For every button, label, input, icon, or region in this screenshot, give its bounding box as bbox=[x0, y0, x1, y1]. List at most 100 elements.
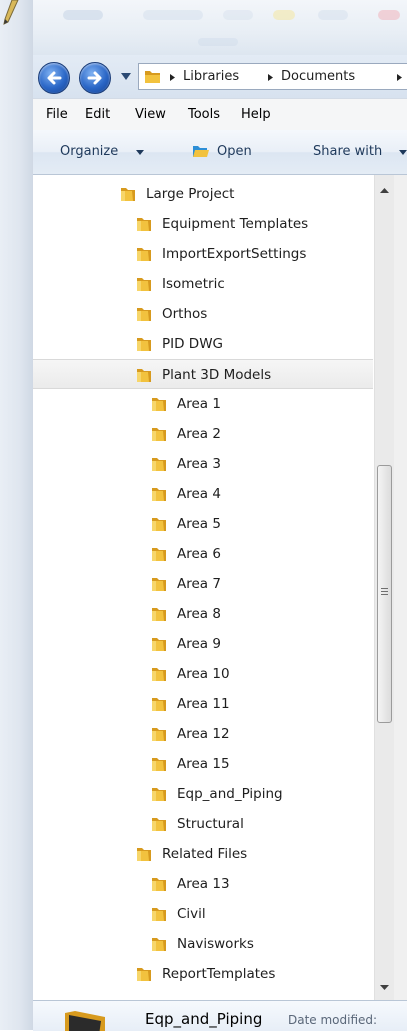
tree-item-label: Area 11 bbox=[177, 696, 230, 712]
scroll-up-arrow-icon[interactable] bbox=[380, 188, 389, 193]
tree-item[interactable]: Orthos bbox=[33, 299, 373, 329]
tree-item[interactable]: Area 6 bbox=[33, 539, 373, 569]
folder-icon bbox=[152, 428, 166, 441]
menu-tools[interactable]: Tools bbox=[188, 107, 220, 122]
forward-button[interactable] bbox=[79, 62, 111, 94]
tree-item[interactable]: Area 13 bbox=[33, 869, 373, 899]
folder-icon bbox=[137, 338, 151, 351]
folder-icon bbox=[152, 398, 166, 411]
tree-item[interactable]: Area 12 bbox=[33, 719, 373, 749]
open-button[interactable]: Open bbox=[217, 144, 252, 159]
tree-item-label: Area 12 bbox=[177, 726, 230, 742]
tree-item[interactable]: ImportExportSettings bbox=[33, 239, 373, 269]
address-row: Libraries Documents bbox=[33, 55, 407, 98]
tree-item[interactable]: Civil bbox=[33, 899, 373, 929]
scrollbar-thumb[interactable] bbox=[377, 465, 392, 723]
tree-item-label: Equipment Templates bbox=[162, 216, 309, 232]
back-arrow-icon bbox=[47, 71, 62, 85]
details-date-modified-label: Date modified: bbox=[288, 1013, 378, 1027]
folder-icon bbox=[152, 758, 166, 771]
tree-item-label: Structural bbox=[177, 816, 244, 832]
tree-item[interactable]: Area 2 bbox=[33, 419, 373, 449]
tree-item[interactable]: Area 9 bbox=[33, 629, 373, 659]
breadcrumb-documents[interactable]: Documents bbox=[281, 64, 355, 89]
tree-item[interactable]: Area 10 bbox=[33, 659, 373, 689]
tree-item[interactable]: Area 8 bbox=[33, 599, 373, 629]
tree-item-label: Area 10 bbox=[177, 666, 230, 682]
open-folder-icon[interactable] bbox=[192, 143, 210, 159]
tree-item[interactable]: Structural bbox=[33, 809, 373, 839]
scroll-down-arrow-icon[interactable] bbox=[380, 985, 389, 990]
folder-icon bbox=[152, 608, 166, 621]
tree-item-label: Isometric bbox=[162, 276, 225, 292]
tree-item[interactable]: Area 3 bbox=[33, 449, 373, 479]
folder-icon bbox=[145, 71, 160, 83]
tree-item[interactable]: Area 1 bbox=[33, 389, 373, 419]
tree-item-label: ReportTemplates bbox=[162, 966, 276, 982]
tree-item-label: Plant 3D Models bbox=[162, 367, 272, 383]
menu-view[interactable]: View bbox=[135, 107, 166, 122]
tree-item[interactable]: Plant 3D Models bbox=[33, 359, 373, 389]
tree-item-label: Area 6 bbox=[177, 546, 221, 562]
tree-item[interactable]: Eqp_and_Piping bbox=[33, 779, 373, 809]
breadcrumb-separator-icon[interactable] bbox=[267, 73, 274, 82]
tree-item[interactable]: Area 11 bbox=[33, 689, 373, 719]
tree-item[interactable]: PID DWG bbox=[33, 329, 373, 359]
tree-item-label: Related Files bbox=[162, 846, 248, 862]
vertical-scrollbar[interactable] bbox=[374, 175, 394, 1000]
tree-item[interactable]: Area 4 bbox=[33, 479, 373, 509]
folder-icon bbox=[137, 278, 151, 291]
tree-item-label: Area 7 bbox=[177, 576, 221, 592]
folder-icon bbox=[152, 728, 166, 741]
back-button[interactable] bbox=[38, 62, 70, 94]
tree-item-label: Area 9 bbox=[177, 636, 221, 652]
pencil-icon bbox=[3, 0, 19, 25]
organize-button[interactable]: Organize bbox=[60, 144, 118, 159]
navigation-pane[interactable]: Large Project Equipment Templates ImportEx… bbox=[33, 175, 407, 1000]
folder-icon bbox=[152, 458, 166, 471]
folder-icon bbox=[137, 308, 151, 321]
menu-help[interactable]: Help bbox=[241, 107, 271, 122]
tree-item[interactable]: Related Files bbox=[33, 839, 373, 869]
tree-item-label: Large Project bbox=[146, 186, 235, 202]
tree-item-label: Civil bbox=[177, 906, 206, 922]
folder-icon bbox=[152, 488, 166, 501]
menu-bar: File Edit View Tools Help bbox=[33, 98, 407, 132]
tree-item[interactable]: Equipment Templates bbox=[33, 209, 373, 239]
tree-item[interactable]: Area 7 bbox=[33, 569, 373, 599]
tree-item-label: Area 1 bbox=[177, 396, 221, 412]
window-left-edge bbox=[0, 0, 34, 1030]
folder-icon bbox=[137, 369, 151, 382]
tree-item[interactable]: Large Project bbox=[33, 179, 373, 209]
folder-icon bbox=[152, 908, 166, 921]
breadcrumb-libraries[interactable]: Libraries bbox=[183, 64, 239, 89]
tree-item-label: Orthos bbox=[162, 306, 208, 322]
tree-item[interactable]: Area 15 bbox=[33, 749, 373, 779]
share-dropdown-icon[interactable] bbox=[399, 150, 407, 155]
tree-item-label: PID DWG bbox=[162, 336, 224, 352]
menu-file[interactable]: File bbox=[46, 107, 68, 122]
recent-pages-dropdown-icon[interactable] bbox=[120, 72, 132, 81]
folder-icon bbox=[137, 218, 151, 231]
tree-item-label: ImportExportSettings bbox=[162, 246, 307, 262]
tree-item-label: Navisworks bbox=[177, 936, 254, 952]
tree-item[interactable]: ReportTemplates bbox=[33, 959, 373, 989]
tree-item-label: Area 2 bbox=[177, 426, 221, 442]
breadcrumb-separator-icon[interactable] bbox=[169, 73, 176, 82]
menu-edit[interactable]: Edit bbox=[85, 107, 110, 122]
folder-icon bbox=[152, 938, 166, 951]
tree-item-label: Area 5 bbox=[177, 516, 221, 532]
organize-dropdown-icon[interactable] bbox=[136, 150, 144, 155]
address-bar[interactable]: Libraries Documents bbox=[138, 63, 407, 90]
folder-icon bbox=[152, 638, 166, 651]
folder-icon bbox=[137, 248, 151, 261]
tree-item-label: Area 15 bbox=[177, 756, 230, 772]
tree-item[interactable]: Isometric bbox=[33, 269, 373, 299]
details-item-name: Eqp_and_Piping bbox=[145, 1010, 263, 1028]
tree-item[interactable]: Area 5 bbox=[33, 509, 373, 539]
tree-item[interactable]: Navisworks bbox=[33, 929, 373, 959]
folder-icon bbox=[152, 668, 166, 681]
breadcrumb-separator-icon[interactable] bbox=[396, 73, 403, 82]
folder-icon bbox=[152, 788, 166, 801]
share-with-button[interactable]: Share with bbox=[313, 144, 382, 159]
